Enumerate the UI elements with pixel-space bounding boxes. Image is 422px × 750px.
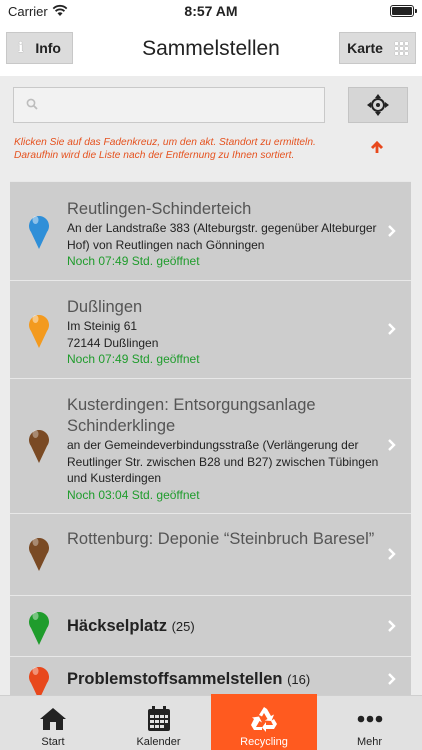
- list-item[interactable]: Reutlingen-Schinderteich An der Landstra…: [10, 181, 411, 280]
- opening-status: Noch 03:04 Std. geöffnet: [67, 487, 200, 502]
- more-icon: [357, 704, 383, 734]
- category-title: Häckselplatz (25): [67, 616, 379, 637]
- search-box[interactable]: [13, 87, 325, 123]
- tab-calendar[interactable]: Kalender: [106, 696, 211, 750]
- search-icon: [26, 98, 38, 110]
- item-address-line1: Im Steinig 61: [67, 319, 138, 333]
- locate-button[interactable]: [348, 87, 408, 123]
- tab-more[interactable]: Mehr: [317, 696, 422, 750]
- tab-start[interactable]: Start: [0, 696, 106, 750]
- tab-recycling[interactable]: Recycling: [211, 694, 317, 750]
- item-address: an der Gemeindeverbindungsstraße (Verlän…: [67, 438, 379, 485]
- chevron-right-icon: [388, 323, 396, 335]
- list-item[interactable]: Kusterdingen: Entsorgungsanlage Schinder…: [10, 378, 411, 513]
- opening-status: Noch 07:49 Std. geöffnet: [67, 352, 200, 366]
- map-pin-icon: [29, 216, 49, 249]
- navigation-bar: i Info Sammelstellen Karte: [0, 22, 422, 76]
- item-title: Rottenburg: Deponie “Steinbruch Baresel”: [67, 530, 375, 548]
- tab-label: Recycling: [240, 736, 288, 748]
- list-item[interactable]: Rottenburg: Deponie “Steinbruch Baresel”: [10, 513, 411, 595]
- map-pin-icon: [29, 612, 49, 645]
- category-name: Häckselplatz: [67, 617, 167, 635]
- tab-label: Start: [41, 736, 65, 748]
- item-title: Kusterdingen: Entsorgungsanlage Schinder…: [67, 396, 316, 435]
- battery-icon: [390, 5, 417, 17]
- status-bar: Carrier 8:57 AM: [0, 0, 422, 22]
- crosshair-icon: [367, 94, 389, 116]
- clock: 8:57 AM: [184, 3, 238, 19]
- item-title: Reutlingen-Schinderteich: [67, 200, 252, 218]
- map-pin-icon: [29, 667, 49, 695]
- search-input[interactable]: [46, 94, 316, 118]
- chevron-right-icon: [388, 225, 396, 237]
- opening-status: Noch 07:49 Std. geöffnet: [67, 254, 200, 268]
- chevron-right-icon: [388, 548, 396, 560]
- map-button-label: Karte: [347, 40, 383, 56]
- category-count: (25): [171, 619, 195, 634]
- chevron-right-icon: [388, 439, 396, 451]
- tab-bar: Start Kalender Recycling Mehr: [0, 694, 422, 750]
- map-pin-icon: [29, 538, 49, 571]
- list-item[interactable]: Häckselplatz (25): [10, 595, 411, 656]
- location-hint: Klicken Sie auf das Fadenkreuz, um den a…: [14, 137, 316, 161]
- calendar-icon: [147, 704, 171, 734]
- tab-label: Kalender: [136, 736, 181, 748]
- map-button[interactable]: Karte: [339, 32, 416, 64]
- list-item[interactable]: Problemstoffsammelstellen (16): [10, 656, 411, 695]
- category-title: Problemstoffsammelstellen (16): [67, 669, 379, 690]
- map-pin-icon: [29, 430, 49, 463]
- arrow-up-icon: [371, 141, 383, 153]
- item-address-line2: 72144 Dußlingen: [67, 335, 159, 350]
- grid-icon: [394, 41, 408, 55]
- item-title: Dußlingen: [67, 298, 143, 316]
- category-name: Problemstoffsammelstellen: [67, 670, 283, 688]
- recycle-icon: [250, 704, 278, 734]
- category-count: (16): [287, 672, 311, 687]
- item-address: An der Landstraße 383 (Alteburgstr. gege…: [67, 221, 377, 252]
- list-item[interactable]: Dußlingen Im Steinig 61 72144 Dußlingen …: [10, 280, 411, 378]
- collection-points-list: Reutlingen-Schinderteich An der Landstra…: [10, 181, 411, 695]
- home-icon: [39, 704, 67, 734]
- chevron-right-icon: [388, 620, 396, 632]
- tab-label: Mehr: [356, 736, 383, 748]
- chevron-right-icon: [388, 673, 396, 685]
- map-pin-icon: [29, 315, 49, 348]
